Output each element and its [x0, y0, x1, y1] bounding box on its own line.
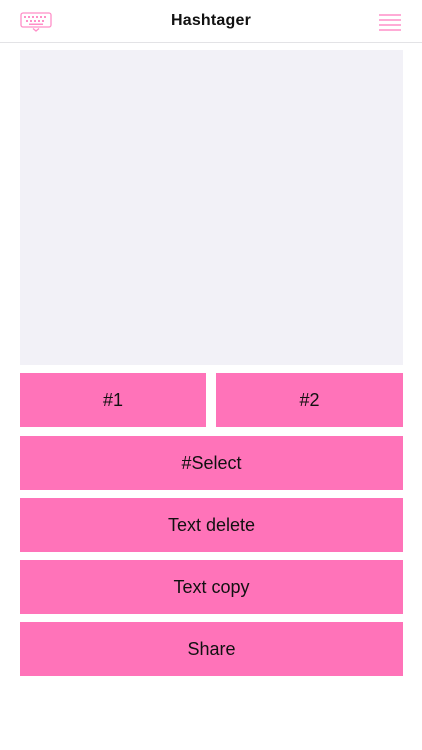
app-screen: Hashtager #1 #2 #Select Text delete Text…: [0, 0, 422, 750]
hashtag-text-area[interactable]: [20, 50, 403, 365]
text-copy-button[interactable]: Text copy: [20, 560, 403, 614]
page-title: Hashtager: [170, 12, 252, 29]
hashtag-1-button[interactable]: #1: [20, 373, 206, 427]
navigation-bar: Hashtager: [0, 0, 422, 43]
text-delete-button[interactable]: Text delete: [20, 498, 403, 552]
hashtag-2-button[interactable]: #2: [216, 373, 403, 427]
menu-button[interactable]: [372, 8, 408, 36]
menu-icon: [379, 14, 401, 31]
share-button[interactable]: Share: [20, 622, 403, 676]
hashtag-select-button[interactable]: #Select: [20, 436, 403, 490]
